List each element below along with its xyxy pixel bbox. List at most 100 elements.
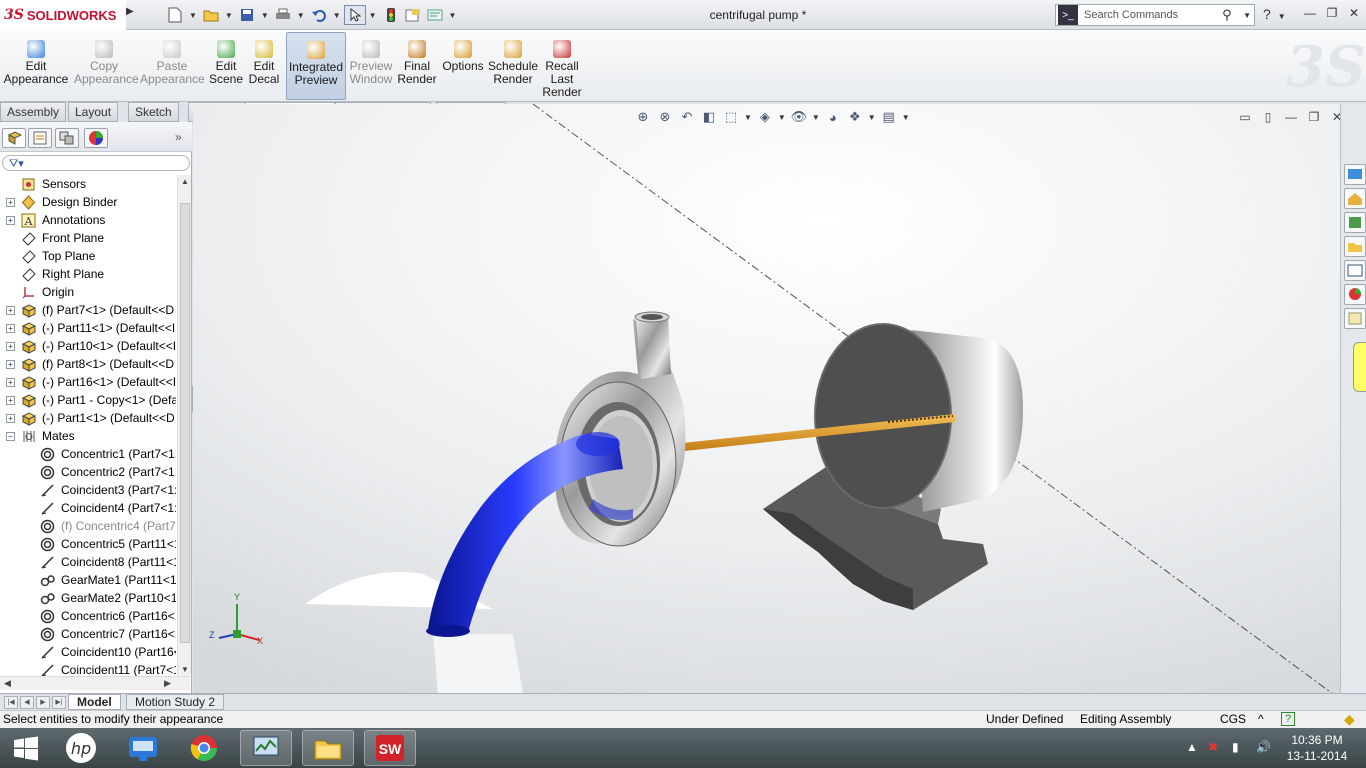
search-commands-box[interactable]: >_ Search Commands ⚲ ▼ [1055, 4, 1255, 26]
battery-icon[interactable]: ▮ [1232, 740, 1239, 754]
solidworks-resources-icon[interactable] [1344, 164, 1366, 185]
collapse-icon[interactable]: − [6, 432, 15, 441]
expand-icon[interactable]: + [6, 324, 15, 333]
system-clock[interactable]: 10:36 PM 13-11-2014 [1282, 732, 1352, 764]
cmd-final-render-button[interactable]: Final Render [396, 32, 438, 100]
task-pane-flyout-handle[interactable] [1353, 342, 1366, 392]
first-tab-icon[interactable]: |◀ [4, 696, 18, 709]
tree-item[interactable]: GearMate1 (Part11<1: [0, 571, 176, 589]
feature-filter[interactable]: ⛛▾ [2, 155, 190, 171]
expand-icon[interactable]: + [6, 396, 15, 405]
folder-pane-icon[interactable] [1344, 236, 1366, 257]
expand-icon[interactable]: + [6, 414, 15, 423]
tab-assembly[interactable]: Assembly [0, 102, 67, 122]
tree-item[interactable]: Coincident4 (Part7<1: [0, 499, 176, 517]
tree-item[interactable]: + (-) Part1<1> (Default<<D [0, 409, 176, 427]
graphics-area[interactable]: Y X Z [193, 103, 1340, 695]
tree-item[interactable]: Right Plane [0, 265, 176, 283]
viewport-restore-icon[interactable]: ❐ [1305, 110, 1323, 126]
minimize-icon[interactable]: — [1300, 6, 1320, 22]
cmd-edit-scene-button[interactable]: Edit Scene [206, 32, 246, 100]
model-tab-motion-study-2[interactable]: Motion Study 2 [126, 694, 225, 710]
task-manager-icon[interactable] [240, 730, 292, 766]
viewport-tile-icon[interactable]: ▭ [1236, 110, 1254, 126]
view-palette-icon[interactable] [1344, 260, 1366, 281]
tree-item[interactable]: + (f) Part7<1> (Default<<D [0, 301, 176, 319]
tree-item[interactable]: Concentric6 (Part16<1 [0, 607, 176, 625]
featuremanager-tab-icon[interactable] [2, 128, 26, 148]
quick-tips-help-icon[interactable]: ? [1281, 712, 1295, 726]
hp-icon[interactable]: hp [55, 730, 107, 766]
file-explorer-pane-icon[interactable] [1344, 212, 1366, 233]
volume-icon[interactable]: 🔊 [1256, 740, 1271, 754]
tree-item[interactable]: Concentric2 (Part7<1: [0, 463, 176, 481]
apply-scene-icon[interactable]: ❖ [846, 108, 864, 126]
cmd-copy-appearance-button[interactable]: Copy Appearance [74, 32, 139, 100]
tree-item[interactable]: Coincident10 (Part16< [0, 643, 176, 661]
scroll-right-icon[interactable]: ▶ [164, 678, 171, 689]
tree-item[interactable]: Top Plane [0, 247, 176, 265]
tree-item[interactable]: Origin [0, 283, 176, 301]
display-style-icon[interactable]: ◈ [756, 108, 774, 126]
prev-tab-icon[interactable]: ◀ [20, 696, 34, 709]
design-library-icon[interactable] [1344, 188, 1366, 209]
cmd-paste-appearance-button[interactable]: Paste Appearance [140, 32, 205, 100]
tree-item[interactable]: − Mates [0, 427, 176, 445]
tree-item[interactable]: + (-) Part11<1> (Default<<I [0, 319, 176, 337]
scroll-down-icon[interactable]: ▼ [181, 665, 189, 674]
tree-item[interactable]: (f) Concentric4 (Part7 [0, 517, 176, 535]
help-button[interactable]: ? ▼ [1263, 6, 1289, 22]
tree-item[interactable]: + (f) Part8<1> (Default<<D [0, 355, 176, 373]
show-hidden-icons[interactable]: ▲ [1186, 740, 1198, 754]
custom-properties-icon[interactable] [1344, 308, 1366, 329]
search-dropdown-icon[interactable]: ▼ [1243, 11, 1251, 20]
viewport-split-icon[interactable]: ▯ [1259, 110, 1277, 126]
propertymanager-tab-icon[interactable] [28, 128, 52, 148]
units-system[interactable]: CGS [1220, 711, 1246, 728]
tree-vertical-scrollbar[interactable]: ▲ ▼ [177, 175, 191, 676]
tree-item[interactable]: Coincident8 (Part11<1 [0, 553, 176, 571]
zoom-to-area-icon[interactable]: ⊗ [656, 108, 674, 126]
scroll-left-icon[interactable]: ◀ [4, 678, 11, 689]
configurationmanager-tab-icon[interactable] [55, 128, 79, 148]
view-orientation-icon[interactable]: ⬚ [722, 108, 740, 126]
edit-appearance-icon[interactable]: ◕ [824, 108, 842, 126]
tab-layout[interactable]: Layout [68, 102, 119, 122]
tree-item[interactable]: GearMate2 (Part10<1: [0, 589, 176, 607]
remote-desktop-icon[interactable] [117, 730, 169, 766]
viewport-minimize-icon[interactable]: — [1282, 110, 1300, 126]
solidworks-taskbar-icon[interactable]: SW [364, 730, 416, 766]
cmd-recall-last-render-button[interactable]: Recall Last Render [540, 32, 584, 100]
cmd-edit-decal-button[interactable]: Edit Decal [244, 32, 284, 100]
tree-item[interactable]: + (-) Part16<1> (Default<<I [0, 373, 176, 391]
tree-item[interactable]: + (-) Part1 - Copy<1> (Defa [0, 391, 176, 409]
cmd-preview-window-button[interactable]: Preview Window [348, 32, 394, 100]
appearances-scenes-icon[interactable] [1344, 284, 1366, 305]
expand-icon[interactable]: + [6, 360, 15, 369]
cmd-edit-appearance-button[interactable]: Edit Appearance [2, 32, 70, 100]
tree-item[interactable]: Front Plane [0, 229, 176, 247]
scroll-thumb[interactable] [180, 203, 190, 643]
cmd-schedule-render-button[interactable]: Schedule Render [488, 32, 538, 100]
expand-icon[interactable]: + [6, 306, 15, 315]
search-input[interactable]: Search Commands [1084, 9, 1222, 21]
close-icon[interactable]: ✕ [1344, 6, 1364, 22]
network-warning-icon[interactable]: ✖ [1208, 740, 1218, 754]
file-explorer-icon[interactable] [302, 730, 354, 766]
expand-icon[interactable]: + [6, 342, 15, 351]
units-menu-arrow[interactable]: ^ [1258, 711, 1264, 728]
expand-icon[interactable]: + [6, 198, 15, 207]
chrome-icon[interactable] [178, 730, 230, 766]
model-tab-model[interactable]: Model [68, 694, 121, 710]
tree-item[interactable]: Coincident11 (Part7<1 [0, 661, 176, 676]
view-settings-icon[interactable]: ▤ [880, 108, 898, 126]
cmd-options-button[interactable]: Options [440, 32, 486, 100]
tree-item[interactable]: Sensors [0, 175, 176, 193]
scroll-up-icon[interactable]: ▲ [181, 177, 189, 186]
section-view-icon[interactable]: ◧ [700, 108, 718, 126]
tree-horizontal-scrollbar[interactable]: ◀ ▶ [0, 676, 190, 690]
next-tab-icon[interactable]: ▶ [36, 696, 50, 709]
start-button[interactable] [0, 730, 52, 766]
displaymanager-tab-icon[interactable] [84, 128, 108, 148]
tree-item[interactable]: + Design Binder [0, 193, 176, 211]
